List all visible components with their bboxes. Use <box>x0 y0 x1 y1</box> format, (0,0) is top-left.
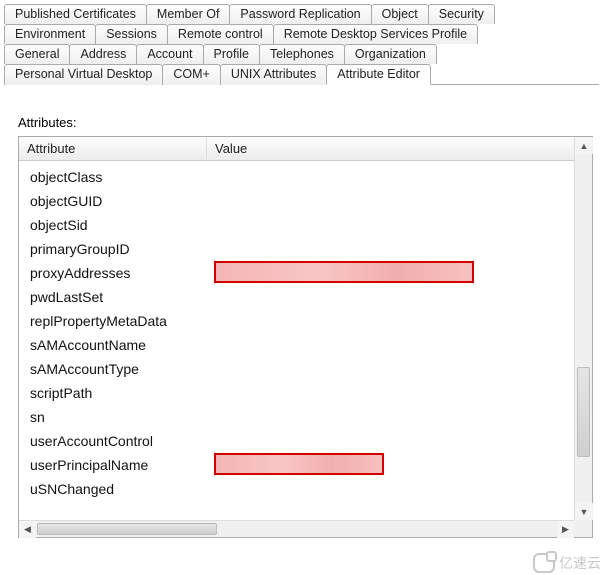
attr-value <box>214 213 574 237</box>
tab-member-of[interactable]: Member Of <box>146 4 231 24</box>
column-header-value[interactable]: Value <box>207 138 592 159</box>
attr-value <box>214 333 574 357</box>
tab-row-4: Personal Virtual DesktopCOM+UNIX Attribu… <box>4 64 599 85</box>
attr-name: objectSid <box>24 217 214 233</box>
list-body: objectClass objectGUID objectSid primaryGro… <box>24 161 574 519</box>
attr-value <box>214 285 574 309</box>
tab-sessions[interactable]: Sessions <box>95 24 168 44</box>
attributes-label: Attributes: <box>0 85 603 134</box>
table-row[interactable]: userAccountControl <box>24 429 574 453</box>
attr-value <box>214 309 574 333</box>
scroll-down-button[interactable]: ▼ <box>575 503 593 520</box>
vertical-scrollbar[interactable]: ▲ ▼ <box>574 137 592 520</box>
tab-row-2: EnvironmentSessionsRemote controlRemote … <box>4 24 599 44</box>
attr-name: objectClass <box>24 169 214 185</box>
horizontal-scroll-thumb[interactable] <box>37 523 217 535</box>
tab-unix-attributes[interactable]: UNIX Attributes <box>220 64 327 85</box>
attr-name: replPropertyMetaData <box>24 313 214 329</box>
tab-remote-control[interactable]: Remote control <box>167 24 274 44</box>
attr-value <box>214 357 574 381</box>
attr-value <box>214 189 574 213</box>
tab-published-certificates[interactable]: Published Certificates <box>4 4 147 24</box>
redacted-value <box>214 453 384 475</box>
tab-remote-desktop-services-profile[interactable]: Remote Desktop Services Profile <box>273 24 478 44</box>
attr-value <box>214 237 574 261</box>
attr-name: primaryGroupID <box>24 241 214 257</box>
attr-value <box>214 261 574 285</box>
attr-name: userAccountControl <box>24 433 214 449</box>
table-row[interactable]: uSNChanged <box>24 477 574 501</box>
tab-address[interactable]: Address <box>69 44 137 64</box>
horizontal-scrollbar[interactable]: ◀ ▶ <box>19 520 592 537</box>
table-row[interactable]: objectSid <box>24 213 574 237</box>
watermark-text: 亿速云 <box>559 553 601 573</box>
attr-name: uSNChanged <box>24 481 214 497</box>
column-header-attribute[interactable]: Attribute <box>19 138 207 159</box>
tab-general[interactable]: General <box>4 44 70 64</box>
tab-strip: Published CertificatesMember OfPassword … <box>0 0 603 85</box>
table-row[interactable]: pwdLastSet <box>24 285 574 309</box>
scroll-left-button[interactable]: ◀ <box>19 521 36 538</box>
redacted-value <box>214 261 474 283</box>
tab-organization[interactable]: Organization <box>344 44 437 64</box>
attr-value <box>214 453 574 477</box>
table-row[interactable]: primaryGroupID <box>24 237 574 261</box>
attr-value <box>214 381 574 405</box>
attr-value <box>214 429 574 453</box>
table-row[interactable]: sAMAccountType <box>24 357 574 381</box>
table-row[interactable]: userPrincipalName <box>24 453 574 477</box>
scrollbar-corner <box>574 520 592 537</box>
table-row[interactable]: objectClass <box>24 165 574 189</box>
tab-telephones[interactable]: Telephones <box>259 44 345 64</box>
attr-name: sn <box>24 409 214 425</box>
scroll-up-button[interactable]: ▲ <box>575 137 593 154</box>
tab-row-3: GeneralAddressAccountProfileTelephonesOr… <box>4 44 599 64</box>
attributes-list: Attribute Value objectClassobjectGUIDobj… <box>18 136 593 538</box>
attr-value <box>214 165 574 189</box>
vertical-scroll-thumb[interactable] <box>577 367 590 457</box>
table-row[interactable]: sAMAccountName <box>24 333 574 357</box>
tab-security[interactable]: Security <box>428 4 495 24</box>
attr-value <box>214 477 574 501</box>
scroll-right-button[interactable]: ▶ <box>557 521 574 538</box>
table-row[interactable]: replPropertyMetaData <box>24 309 574 333</box>
attr-name: objectGUID <box>24 193 214 209</box>
tab-account[interactable]: Account <box>136 44 203 64</box>
tab-object[interactable]: Object <box>371 4 429 24</box>
table-row[interactable]: objectGUID <box>24 189 574 213</box>
tab-environment[interactable]: Environment <box>4 24 96 44</box>
table-row[interactable]: scriptPath <box>24 381 574 405</box>
attr-value <box>214 405 574 429</box>
list-header: Attribute Value <box>19 137 592 161</box>
tab-com+[interactable]: COM+ <box>162 64 220 85</box>
tab-attribute-editor[interactable]: Attribute Editor <box>326 64 431 85</box>
table-row[interactable]: sn <box>24 405 574 429</box>
tab-row-1: Published CertificatesMember OfPassword … <box>4 4 599 24</box>
attr-name: pwdLastSet <box>24 289 214 305</box>
attr-name: proxyAddresses <box>24 265 214 281</box>
watermark: 亿速云 <box>533 553 601 573</box>
attr-name: sAMAccountName <box>24 337 214 353</box>
watermark-icon <box>533 553 555 573</box>
attr-name: scriptPath <box>24 385 214 401</box>
tab-profile[interactable]: Profile <box>203 44 260 64</box>
tab-personal-virtual-desktop[interactable]: Personal Virtual Desktop <box>4 64 163 85</box>
attr-name: sAMAccountType <box>24 361 214 377</box>
table-row[interactable]: proxyAddresses <box>24 261 574 285</box>
attr-name: userPrincipalName <box>24 457 214 473</box>
tab-password-replication[interactable]: Password Replication <box>229 4 371 24</box>
